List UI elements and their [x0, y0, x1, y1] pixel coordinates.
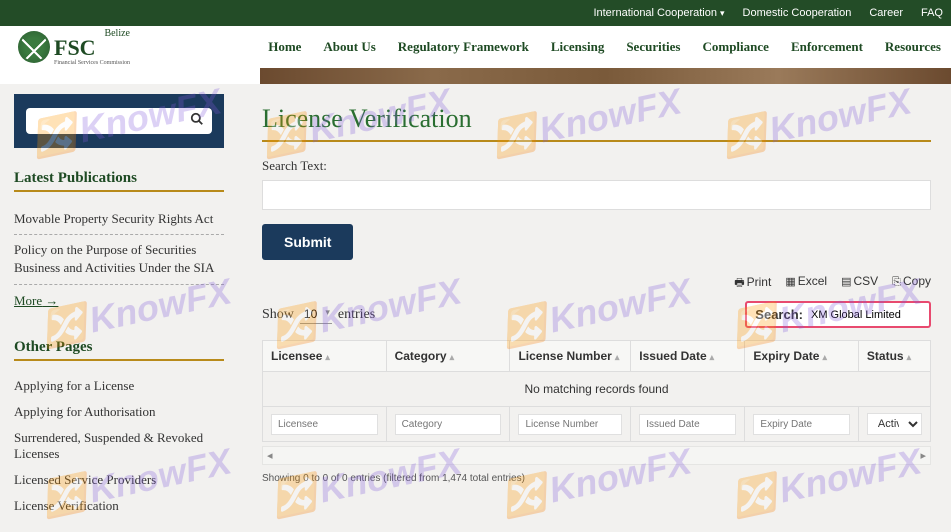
sidebar-search-input[interactable]: [34, 114, 190, 128]
col-expiry-date[interactable]: Expiry Date▴: [745, 341, 859, 372]
sort-icon: ▴: [325, 352, 330, 362]
export-copy[interactable]: ⎘Copy: [892, 274, 931, 293]
other-pages-title: Other Pages: [14, 339, 224, 361]
table-search-box: Search:: [745, 301, 931, 328]
nav-enforcement[interactable]: Enforcement: [791, 39, 863, 55]
search-text-label: Search Text:: [262, 158, 931, 174]
main-nav: Home About Us Regulatory Framework Licen…: [268, 39, 941, 55]
csv-icon: ▤: [841, 276, 851, 288]
chevron-down-icon: ▾: [720, 8, 725, 18]
nav-domestic-coop[interactable]: Domestic Cooperation: [743, 7, 852, 19]
latest-publications-title: Latest Publications: [14, 170, 224, 192]
sidebar-search[interactable]: [26, 108, 212, 134]
nav-resources[interactable]: Resources: [885, 39, 941, 55]
nav-intl-coop[interactable]: International Cooperation▾: [593, 7, 724, 19]
search-icon[interactable]: [190, 112, 204, 131]
table-info: Showing 0 to 0 of 0 entries (filtered fr…: [262, 473, 931, 484]
col-category[interactable]: Category▴: [386, 341, 510, 372]
sidebar-link-verification[interactable]: License Verification: [14, 493, 224, 519]
filter-status[interactable]: Active: [867, 413, 922, 435]
nav-about[interactable]: About Us: [323, 39, 375, 55]
sort-icon: ▴: [907, 352, 912, 362]
sort-icon: ▴: [615, 352, 620, 362]
no-data-message: No matching records found: [263, 372, 931, 407]
nav-securities[interactable]: Securities: [626, 39, 680, 55]
more-link[interactable]: More: [14, 285, 58, 317]
sort-icon: ▴: [710, 352, 715, 362]
table-header-row: Licensee▴ Category▴ License Number▴ Issu…: [263, 341, 931, 372]
entries-label: entries: [338, 307, 375, 323]
excel-icon: ▦: [785, 276, 795, 288]
scroll-left-icon[interactable]: ◂: [267, 449, 273, 462]
export-print[interactable]: 🖶Print: [734, 274, 771, 293]
site-logo[interactable]: Belize FSC Financial Services Commission: [18, 28, 130, 66]
page-title: License Verification: [262, 104, 931, 142]
license-table: Licensee▴ Category▴ License Number▴ Issu…: [262, 340, 931, 442]
col-licensee[interactable]: Licensee▴: [263, 341, 387, 372]
filter-row: Active: [263, 407, 931, 442]
sidebar-link-apply-license[interactable]: Applying for a License: [14, 373, 224, 399]
nav-career[interactable]: Career: [869, 7, 903, 19]
search-text-input[interactable]: [262, 180, 931, 210]
sidebar: Latest Publications Movable Property Sec…: [0, 84, 238, 532]
show-label: Show: [262, 307, 294, 323]
table-search-label: Search:: [755, 307, 803, 322]
sidebar-search-wrap: [14, 94, 224, 148]
top-utility-bar: International Cooperation▾ Domestic Coop…: [0, 0, 951, 26]
main-content: License Verification Search Text: Submit…: [238, 84, 951, 532]
col-status[interactable]: Status▴: [858, 341, 930, 372]
sidebar-link-providers[interactable]: Licensed Service Providers: [14, 467, 224, 493]
banner-image: [260, 68, 951, 84]
sort-icon: ▴: [450, 352, 455, 362]
sidebar-link-revoked[interactable]: Surrendered, Suspended & Revoked License…: [14, 425, 224, 467]
nav-faq[interactable]: FAQ: [921, 7, 943, 19]
horizontal-scrollbar[interactable]: ◂▸: [262, 446, 931, 465]
nav-home[interactable]: Home: [268, 39, 301, 55]
publication-link[interactable]: Policy on the Purpose of Securities Busi…: [14, 235, 224, 284]
scroll-right-icon[interactable]: ▸: [920, 449, 926, 462]
nav-licensing[interactable]: Licensing: [551, 39, 604, 55]
print-icon: 🖶: [734, 277, 744, 289]
no-data-row: No matching records found: [263, 372, 931, 407]
site-header: Belize FSC Financial Services Commission…: [0, 26, 951, 68]
publication-link[interactable]: Movable Property Security Rights Act: [14, 204, 224, 235]
filter-expiry[interactable]: [753, 414, 850, 435]
col-license-number[interactable]: License Number▴: [510, 341, 631, 372]
nav-regulatory[interactable]: Regulatory Framework: [398, 39, 529, 55]
copy-icon: ⎘: [892, 276, 901, 288]
export-csv[interactable]: ▤CSV: [841, 274, 878, 293]
filter-issued[interactable]: [639, 414, 736, 435]
globe-icon: [18, 31, 50, 63]
entries-selector: Show 10 entries: [262, 305, 375, 324]
filter-licensee[interactable]: [271, 414, 378, 435]
filter-category[interactable]: [395, 414, 502, 435]
export-excel[interactable]: ▦Excel: [785, 274, 827, 293]
logo-fullname: Financial Services Commission: [54, 60, 130, 66]
export-toolbar: 🖶Print ▦Excel ▤CSV ⎘Copy: [262, 274, 931, 293]
col-issued-date[interactable]: Issued Date▴: [631, 341, 745, 372]
logo-abbr: FSC: [54, 35, 96, 60]
sidebar-link-apply-auth[interactable]: Applying for Authorisation: [14, 399, 224, 425]
table-search-input[interactable]: [811, 309, 921, 321]
entries-select[interactable]: 10: [300, 305, 332, 324]
filter-license-number[interactable]: [518, 414, 622, 435]
nav-compliance[interactable]: Compliance: [702, 39, 768, 55]
sort-icon: ▴: [822, 352, 827, 362]
submit-button[interactable]: Submit: [262, 224, 353, 260]
